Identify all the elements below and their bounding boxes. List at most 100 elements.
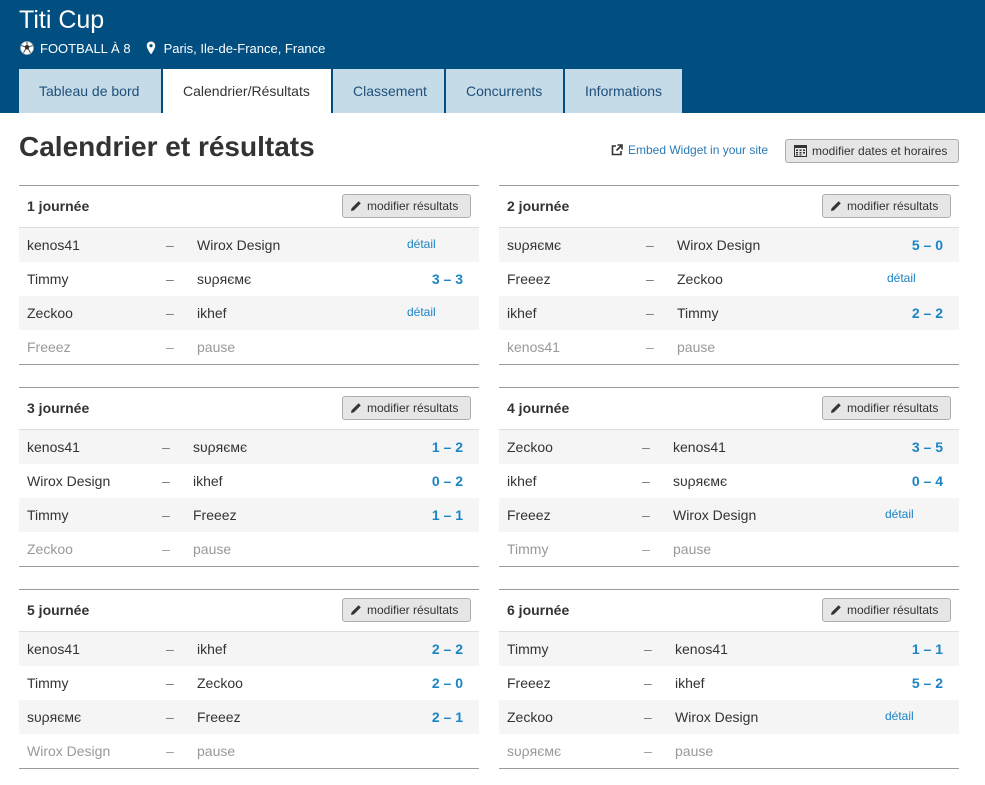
versus-dash: –: [166, 641, 174, 657]
page-title: Calendrier et résultats: [19, 131, 315, 162]
embed-widget-link[interactable]: Embed Widget in your site: [611, 143, 768, 157]
match-score[interactable]: 1 – 1: [432, 507, 463, 523]
match-score[interactable]: 1 – 2: [432, 439, 463, 455]
match-score[interactable]: 0 – 2: [432, 473, 463, 489]
detail-link[interactable]: détail: [407, 305, 436, 319]
versus-dash: –: [644, 641, 652, 657]
match-score[interactable]: 3 – 3: [432, 271, 463, 287]
away-team: ѕυρяємє: [197, 271, 252, 287]
round-card: 4 journée modifier résultats Zeckoo – ke…: [499, 387, 959, 567]
bye-team: Freeez: [27, 339, 71, 355]
match-row: ѕυρяємє – Wirox Design 5 – 0: [499, 228, 959, 262]
detail-link[interactable]: détail: [887, 271, 916, 285]
tab-calendrier-resultats[interactable]: Calendrier/Résultats: [163, 69, 331, 113]
pause-label: pause: [673, 541, 712, 557]
match-score[interactable]: 2 – 0: [432, 675, 463, 691]
match-score[interactable]: 2 – 1: [432, 709, 463, 725]
versus-dash: –: [162, 507, 170, 523]
detail-link[interactable]: détail: [407, 237, 436, 251]
match-score[interactable]: 2 – 2: [432, 641, 463, 657]
away-team: Freeez: [193, 507, 237, 523]
away-team: ikhef: [197, 641, 227, 657]
round-header: 5 journée modifier résultats: [19, 590, 479, 632]
away-team: Wirox Design: [675, 709, 759, 725]
bye-row: Wirox Design – pause: [19, 734, 479, 768]
home-team: Zeckoo: [27, 305, 73, 321]
pause-label: pause: [197, 743, 236, 759]
away-team: Zeckoo: [677, 271, 723, 287]
match-row: Timmy – ѕυρяємє 3 – 3: [19, 262, 479, 296]
tab-informations[interactable]: Informations: [565, 69, 682, 113]
match-score[interactable]: 2 – 2: [912, 305, 943, 321]
bye-team: Wirox Design: [27, 743, 111, 759]
home-team: Timmy: [27, 271, 69, 287]
away-team: Wirox Design: [197, 237, 281, 253]
match-list: Zeckoo – kenos41 3 – 5 ikhef – ѕυρяємє 0…: [499, 430, 959, 566]
match-score[interactable]: 3 – 5: [912, 439, 943, 455]
match-score[interactable]: 5 – 0: [912, 237, 943, 253]
versus-dash: –: [166, 743, 174, 759]
versus-dash: –: [166, 237, 174, 253]
tournament-meta: FOOTBALL À 8 Paris, Ile-de-France, Franc…: [19, 40, 325, 56]
home-team: kenos41: [27, 237, 80, 253]
away-team: ikhef: [193, 473, 223, 489]
pause-label: pause: [193, 541, 232, 557]
home-team: ikhef: [507, 473, 537, 489]
versus-dash: –: [166, 271, 174, 287]
away-team: ikhef: [197, 305, 227, 321]
round-title: 2 journée: [507, 198, 570, 214]
versus-dash: –: [166, 675, 174, 691]
pencil-icon: [350, 402, 362, 414]
pencil-icon: [830, 604, 842, 616]
match-list: Timmy – kenos41 1 – 1 Freeez – ikhef 5 –…: [499, 632, 959, 768]
match-row: Freeez – Zeckoo détail: [499, 262, 959, 296]
home-team: Freeez: [507, 271, 551, 287]
versus-dash: –: [646, 339, 654, 355]
versus-dash: –: [162, 439, 170, 455]
home-team: ѕυρяємє: [27, 709, 82, 725]
tab-classement[interactable]: Classement: [333, 69, 444, 113]
tab-concurrents[interactable]: Concurrents: [446, 69, 563, 113]
modify-dates-button[interactable]: modifier dates et horaires: [785, 139, 959, 163]
versus-dash: –: [166, 709, 174, 725]
modify-results-button[interactable]: modifier résultats: [342, 598, 471, 622]
pause-label: pause: [197, 339, 236, 355]
modify-results-button[interactable]: modifier résultats: [822, 194, 951, 218]
versus-dash: –: [646, 271, 654, 287]
versus-dash: –: [642, 439, 650, 455]
modify-results-button[interactable]: modifier résultats: [342, 194, 471, 218]
match-row: kenos41 – Wirox Design détail: [19, 228, 479, 262]
match-row: kenos41 – ѕυρяємє 1 – 2: [19, 430, 479, 464]
detail-link[interactable]: détail: [885, 709, 914, 723]
away-team: Zeckoo: [197, 675, 243, 691]
versus-dash: –: [642, 473, 650, 489]
match-score[interactable]: 5 – 2: [912, 675, 943, 691]
external-link-icon: [611, 144, 623, 156]
detail-link[interactable]: détail: [885, 507, 914, 521]
bye-team: Timmy: [507, 541, 549, 557]
round-title: 3 journée: [27, 400, 90, 416]
round-header: 4 journée modifier résultats: [499, 388, 959, 430]
soccer-ball-icon: [19, 40, 35, 56]
match-row: Zeckoo – ikhef détail: [19, 296, 479, 330]
round-title: 4 journée: [507, 400, 570, 416]
versus-dash: –: [166, 339, 174, 355]
match-score[interactable]: 0 – 4: [912, 473, 943, 489]
embed-widget-label: Embed Widget in your site: [628, 143, 769, 157]
versus-dash: –: [646, 305, 654, 321]
home-team: Freeez: [507, 507, 551, 523]
round-card: 6 journée modifier résultats Timmy – ken…: [499, 589, 959, 769]
match-row: Wirox Design – ikhef 0 – 2: [19, 464, 479, 498]
modify-results-label: modifier résultats: [367, 603, 459, 617]
pause-label: pause: [675, 743, 714, 759]
home-team: Wirox Design: [27, 473, 111, 489]
round-header: 2 journée modifier résultats: [499, 186, 959, 228]
match-score[interactable]: 1 – 1: [912, 641, 943, 657]
modify-results-button[interactable]: modifier résultats: [822, 598, 951, 622]
modify-results-button[interactable]: modifier résultats: [342, 396, 471, 420]
versus-dash: –: [166, 305, 174, 321]
match-row: Timmy – kenos41 1 – 1: [499, 632, 959, 666]
tab-tableau-de-bord[interactable]: Tableau de bord: [19, 69, 161, 113]
pencil-icon: [350, 604, 362, 616]
modify-results-button[interactable]: modifier résultats: [822, 396, 951, 420]
